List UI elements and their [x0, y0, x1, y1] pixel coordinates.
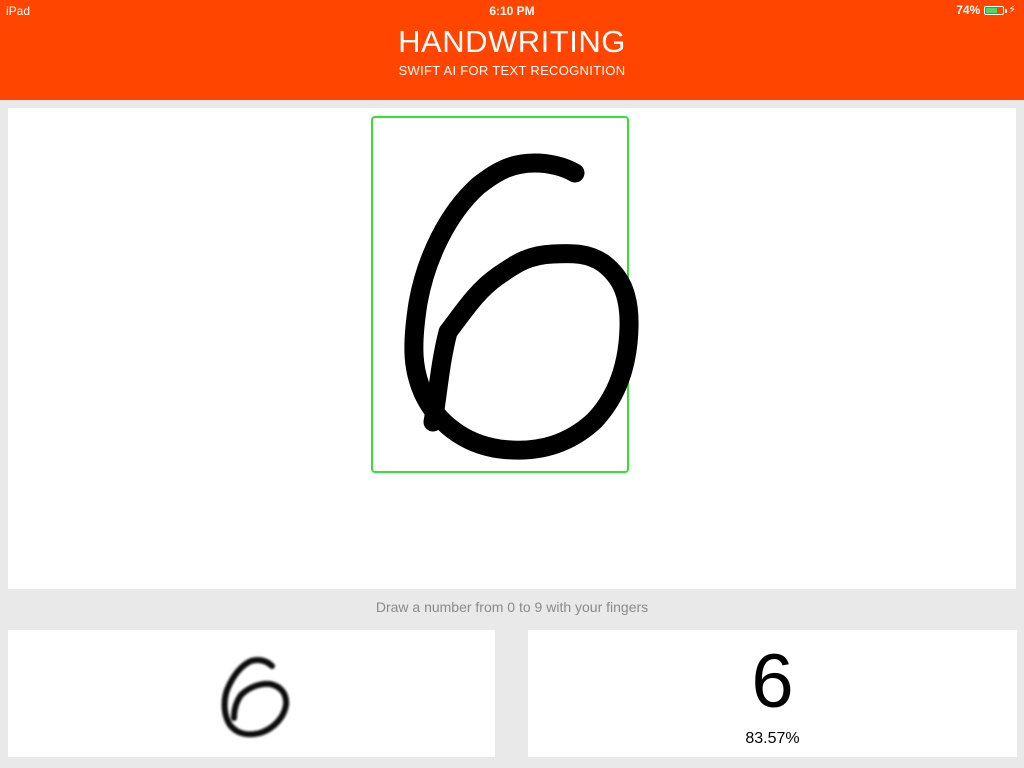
handwriting-svg — [371, 116, 639, 473]
instructions-text: Draw a number from 0 to 9 with your fing… — [375, 599, 649, 615]
battery-percentage: 74% — [956, 3, 981, 17]
preview-stroke — [221, 657, 290, 738]
recognized-digit: 6 — [751, 639, 794, 724]
drawing-canvas[interactable] — [8, 108, 1016, 589]
confidence-score: 83.57% — [745, 730, 800, 747]
battery-icon — [984, 5, 1008, 15]
battery-fill — [986, 7, 997, 13]
app-subtitle: SWIFT AI FOR TEXT RECOGNITION — [398, 63, 626, 78]
battery-status: 74% ⚡︎ — [956, 3, 1016, 17]
handwritten-stroke — [404, 153, 639, 460]
downsampled-digit-image — [221, 657, 290, 738]
status-bar: iPad 6:10 PM 74% ⚡︎ — [0, 0, 1024, 22]
app-header: iPad 6:10 PM 74% ⚡︎ HANDWRITING SWIFT AI… — [0, 0, 1024, 100]
app-title: HANDWRITING — [398, 24, 626, 59]
input-preview-panel — [8, 630, 495, 757]
charging-bolt-icon: ⚡︎ — [1008, 3, 1016, 16]
status-time: 6:10 PM — [489, 4, 535, 18]
recognition-result-panel: 6 83.57% — [528, 630, 1017, 757]
